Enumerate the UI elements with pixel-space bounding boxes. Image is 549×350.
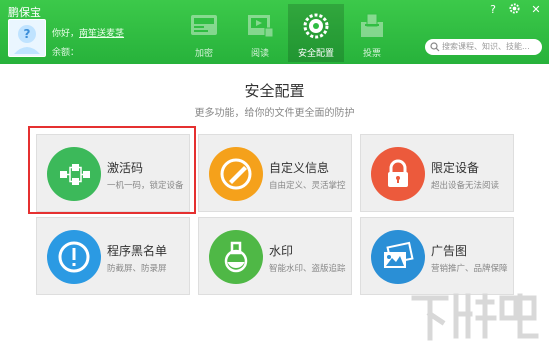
card-icon-circle [209, 147, 263, 201]
card-title: 广告图 [431, 244, 468, 258]
card-icon-circle [209, 230, 263, 284]
tab-label: 阅读 [250, 49, 269, 59]
card-subtitle: 自由定义、灵活掌控 [269, 181, 346, 191]
app-title: 鹏保宝 [8, 6, 41, 19]
card-title: 自定义信息 [269, 161, 330, 175]
settings-button[interactable] [506, 3, 522, 17]
search-input[interactable] [442, 40, 538, 53]
vote-box-icon [361, 13, 383, 37]
lock-icon [388, 159, 408, 187]
card-title: 水印 [269, 244, 294, 258]
card-title: 程序黑名单 [107, 244, 168, 258]
tab-read[interactable]: 阅读 [232, 4, 288, 62]
svg-text:?: ? [24, 27, 31, 41]
tab-vote[interactable]: 投票 [344, 4, 400, 62]
gear-config-icon [303, 13, 329, 39]
picture-icon [384, 241, 414, 268]
card-title: 限定设备 [431, 161, 480, 175]
card-ad-image[interactable]: 广告图 营销推广、品牌保障 [360, 217, 514, 295]
tab-label: 加密 [194, 49, 213, 59]
gear-icon [508, 3, 520, 14]
pencil-icon [220, 158, 252, 190]
search-box[interactable] [425, 39, 542, 55]
tab-label: 安全配置 [297, 49, 334, 59]
card-subtitle: 超出设备无法阅读 [431, 181, 500, 191]
user-greeting: 你好，南笙送麦茎 [52, 26, 124, 39]
help-button[interactable]: ? [485, 3, 501, 17]
card-subtitle: 智能水印、盗版追踪 [269, 264, 346, 274]
card-limit-device[interactable]: 限定设备 超出设备无法阅读 [360, 134, 514, 212]
card-icon-circle [47, 230, 101, 284]
flask-icon [224, 241, 248, 273]
tab-encrypt[interactable]: 加密 [176, 4, 232, 62]
username-link[interactable]: 南笙送麦茎 [79, 29, 124, 39]
user-avatar-icon: ? [14, 25, 40, 54]
tab-label: 投票 [362, 49, 381, 59]
card-subtitle: 防截屏、防录屏 [107, 264, 167, 274]
card-watermark[interactable]: 水印 智能水印、盗版追踪 [198, 217, 352, 295]
tab-security-config[interactable]: 安全配置 [288, 4, 344, 62]
card-icon-circle [371, 230, 425, 284]
avatar[interactable]: ? [8, 19, 46, 57]
highlight-box [28, 126, 196, 214]
watermark-logo [411, 293, 539, 341]
card-program-blacklist[interactable]: 程序黑名单 防截屏、防录屏 [36, 217, 190, 295]
film-reader-icon [248, 15, 274, 38]
greeting-prefix: 你好， [52, 29, 80, 39]
close-button[interactable]: ✕ [528, 3, 544, 17]
header-bar: 鹏保宝 ? 你好，南笙送麦茎 余额： 加密 阅读 安全配置 投票 ? ✕ 搜索课… [0, 0, 549, 64]
balance-label: 余额： [52, 48, 80, 58]
page-subtitle: 更多功能，给你的文件更全面的防护 [194, 108, 355, 119]
card-subtitle: 营销推广、品牌保障 [431, 264, 508, 274]
page-title: 安全配置 [244, 82, 305, 100]
search-icon [430, 42, 440, 52]
exclamation-icon [58, 241, 90, 273]
video-encrypt-icon [191, 15, 217, 35]
card-custom-info[interactable]: 自定义信息 自由定义、灵活掌控 [198, 134, 352, 212]
card-icon-circle [371, 147, 425, 201]
